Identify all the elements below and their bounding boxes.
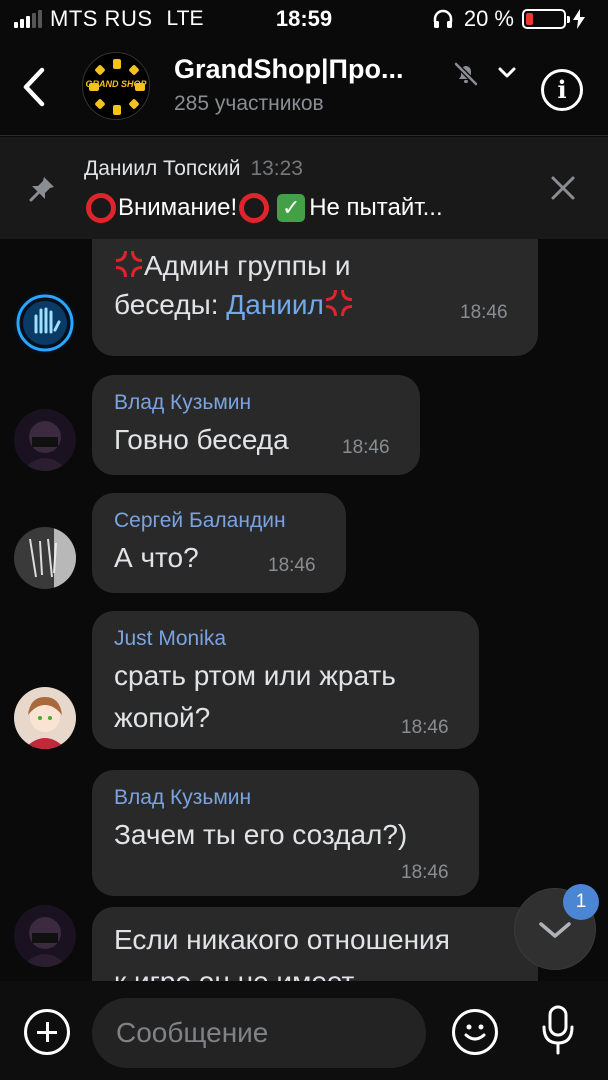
unread-badge: 1	[563, 884, 599, 920]
message-bubble[interactable]: Если никакого отношения к игре он не име…	[92, 907, 538, 981]
member-count: 285 участников	[174, 92, 324, 115]
message-author[interactable]: Just Monika	[114, 627, 226, 651]
message-text: к игре он не имеет	[114, 963, 354, 981]
attach-plus-icon[interactable]	[24, 1009, 70, 1055]
message-bubble[interactable]: Влад Кузьмин Говно беседа 18:46	[92, 375, 420, 475]
message-time: 18:46	[268, 555, 316, 576]
message-text: жопой?	[114, 702, 211, 733]
message-time: 18:46	[401, 862, 449, 883]
battery-fill	[526, 13, 533, 25]
message-author[interactable]: Сергей Баландин	[114, 509, 286, 533]
group-avatar[interactable]: GRAND SHOP	[82, 52, 150, 120]
pinned-message[interactable]: Даниил Топский 13:23 Внимание! ✓ Не пытай…	[0, 137, 608, 239]
chat-title[interactable]: GrandShop|Про...	[174, 54, 403, 85]
message-time: 18:46	[401, 717, 449, 738]
message-text: Зачем ты его создал?)	[114, 819, 408, 850]
message-text: А что?	[114, 542, 199, 573]
battery-icon	[522, 9, 570, 29]
check-mark-emoji: ✓	[277, 194, 306, 222]
anger-emoji	[114, 249, 144, 279]
message-bubble[interactable]: Влад Кузьмин Зачем ты его создал?) 18:46	[92, 770, 479, 896]
message-text: Если никакого отношения	[114, 924, 450, 955]
avatar[interactable]	[14, 527, 76, 589]
message-feed[interactable]: Админ группы и беседы: Даниил 18:46 Влад…	[0, 239, 608, 981]
mute-icon[interactable]	[452, 60, 480, 88]
avatar[interactable]	[14, 409, 76, 471]
anger-emoji	[324, 288, 354, 318]
mention-link[interactable]: Даниил	[226, 289, 324, 320]
message-author[interactable]: Влад Кузьмин	[114, 786, 251, 810]
message-author[interactable]: Влад Кузьмин	[114, 391, 251, 415]
pinned-author: Даниил Топский	[84, 157, 241, 180]
avatar[interactable]	[14, 292, 76, 354]
pin-icon	[29, 177, 54, 202]
back-icon[interactable]	[14, 62, 54, 112]
pinned-text: Внимание! ✓ Не пытайт...	[84, 193, 443, 223]
avatar[interactable]	[14, 905, 76, 967]
chat-header: GRAND SHOP GrandShop|Про... 285 участник…	[0, 40, 608, 136]
message-text: срать ртом или жрать	[114, 660, 396, 691]
message-text: Говно беседа	[114, 424, 289, 455]
message-input[interactable]	[92, 998, 426, 1068]
chevron-down-icon[interactable]	[496, 62, 518, 84]
battery-percent: 20 %	[463, 6, 514, 31]
red-circle-emoji	[86, 193, 116, 223]
message-composer	[0, 981, 608, 1080]
red-circle-emoji	[239, 193, 270, 223]
message-text: Админ группы и	[144, 250, 351, 281]
emoji-icon[interactable]	[452, 1009, 498, 1055]
message-bubble[interactable]: Админ группы и беседы: Даниил 18:46	[92, 239, 538, 356]
pinned-time: 13:23	[250, 157, 303, 180]
pinned-text-part2: Не пытайт...	[309, 194, 443, 221]
message-bubble[interactable]: Just Monika срать ртом или жрать жопой? …	[92, 611, 479, 749]
close-icon[interactable]	[548, 173, 578, 203]
pinned-text-part1: Внимание!	[118, 194, 238, 221]
avatar[interactable]	[14, 687, 76, 749]
message-bubble[interactable]: Сергей Баландин А что? 18:46	[92, 493, 346, 593]
message-time: 18:46	[342, 437, 390, 458]
message-text: беседы:	[114, 289, 227, 320]
status-bar: MTS RUS LTE 18:59 20 %	[0, 0, 608, 40]
message-time: 18:46	[460, 302, 508, 323]
headphones-icon	[433, 9, 453, 28]
group-avatar-logo: GRAND SHOP	[85, 79, 147, 89]
charging-icon	[573, 9, 585, 29]
info-icon[interactable]: i	[541, 69, 583, 111]
microphone-icon[interactable]	[540, 1005, 576, 1057]
